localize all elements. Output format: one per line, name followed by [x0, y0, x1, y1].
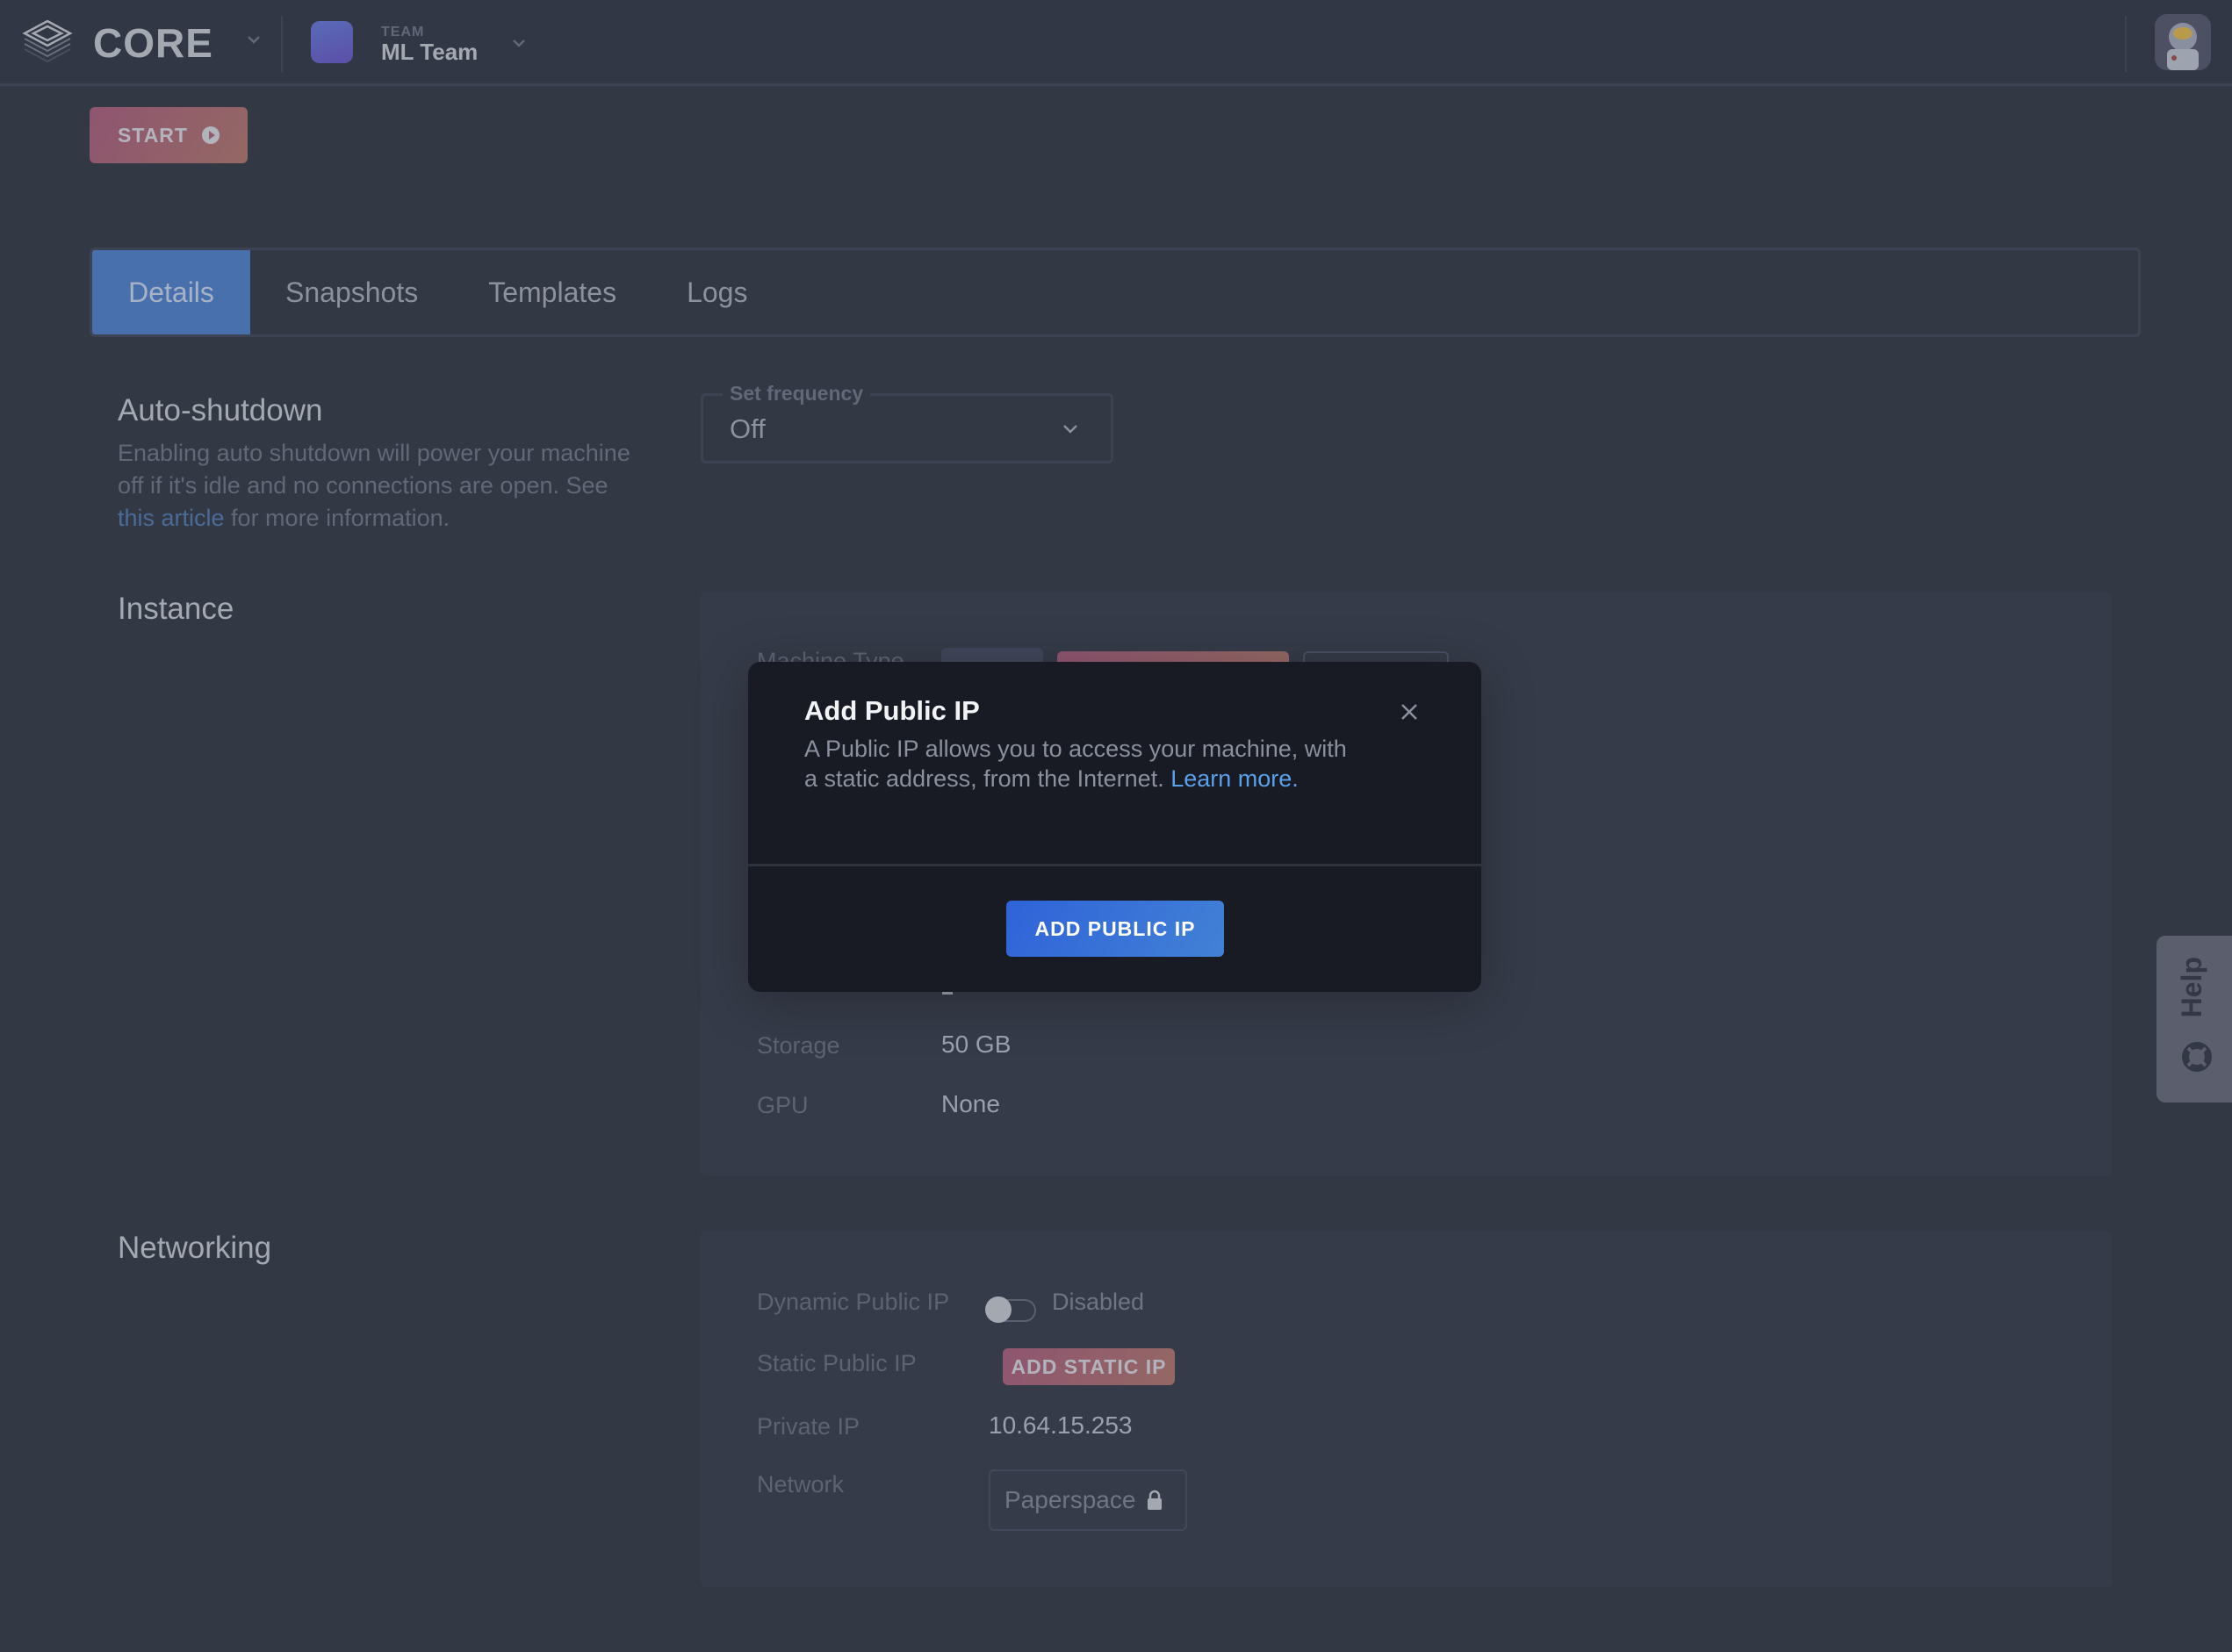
help-tab[interactable]: Help [2156, 936, 2232, 1103]
tab-details[interactable]: Details [92, 250, 250, 334]
toggle-knob [985, 1296, 1012, 1323]
help-label: Help [2176, 957, 2207, 1018]
top-bar: CORE TEAM ML Team [0, 0, 2232, 86]
learn-more-link[interactable]: Learn more. [1170, 765, 1299, 792]
lock-icon [1148, 1490, 1163, 1510]
storage-label: Storage [757, 1032, 840, 1059]
chevron-down-icon [1063, 425, 1077, 434]
dynamic-ip-label: Dynamic Public IP [757, 1289, 950, 1315]
modal-description: A Public IP allows you to access your ma… [804, 734, 1366, 794]
chevron-down-icon[interactable] [509, 33, 529, 53]
tab-templates[interactable]: Templates [453, 250, 652, 334]
private-ip-value: 10.64.15.253 [989, 1411, 1133, 1439]
frequency-value: Off [730, 413, 766, 444]
network-value: Paperspace [1004, 1486, 1136, 1513]
product-name[interactable]: CORE [93, 19, 213, 67]
instance-title: Instance [118, 592, 234, 626]
team-name[interactable]: ML Team [381, 39, 478, 66]
machine-type-label: Machine Type [757, 648, 904, 662]
modal-title: Add Public IP [804, 695, 980, 726]
description-text: Enabling auto shutdown will power your m… [118, 440, 630, 499]
chevron-down-icon[interactable] [244, 30, 263, 49]
add-public-ip-button[interactable]: ADD PUBLIC IP [1006, 901, 1224, 957]
dynamic-ip-state: Disabled [1052, 1289, 1145, 1315]
networking-title: Networking [118, 1231, 272, 1265]
frequency-select[interactable]: Set frequency Off [701, 382, 1113, 463]
play-circle-icon [201, 126, 220, 144]
article-link[interactable]: this article [118, 505, 225, 531]
layers-logo-icon[interactable] [21, 18, 74, 67]
gpu-label: GPU [757, 1092, 809, 1118]
lifebuoy-icon [2182, 1042, 2212, 1072]
astronaut-icon [2155, 14, 2211, 70]
header-divider [2125, 16, 2127, 72]
dynamic-ip-toggle[interactable] [985, 1296, 1036, 1323]
networking-panel: Dynamic Public IP Disabled Static Public… [701, 1231, 2113, 1587]
add-static-ip-button[interactable]: ADD STATIC IP [1003, 1348, 1175, 1385]
close-icon[interactable] [1398, 700, 1421, 723]
hidden-row-value [942, 992, 953, 995]
private-ip-label: Private IP [757, 1413, 860, 1440]
network-label: Network [757, 1471, 845, 1498]
frequency-label: Set frequency [723, 382, 871, 406]
auto-shutdown-description: Enabling auto shutdown will power your m… [118, 437, 644, 535]
storage-value: 50 GB [941, 1031, 1012, 1058]
user-avatar[interactable] [2155, 14, 2211, 70]
description-text: for more information. [224, 505, 450, 531]
tab-snapshots[interactable]: Snapshots [250, 250, 453, 334]
tab-bar: Details Snapshots Templates Logs [90, 248, 2141, 337]
start-label: START [118, 123, 188, 147]
modal-divider [748, 864, 1481, 866]
gpu-value: None [941, 1090, 1000, 1117]
network-field: Paperspace [989, 1469, 1187, 1531]
tab-logs[interactable]: Logs [652, 250, 782, 334]
team-avatar[interactable] [311, 21, 353, 63]
static-ip-label: Static Public IP [757, 1350, 917, 1376]
start-button[interactable]: START [90, 107, 248, 163]
header-divider [281, 16, 283, 72]
add-public-ip-modal: Add Public IP A Public IP allows you to … [748, 662, 1481, 992]
auto-shutdown-title: Auto-shutdown [118, 393, 323, 427]
